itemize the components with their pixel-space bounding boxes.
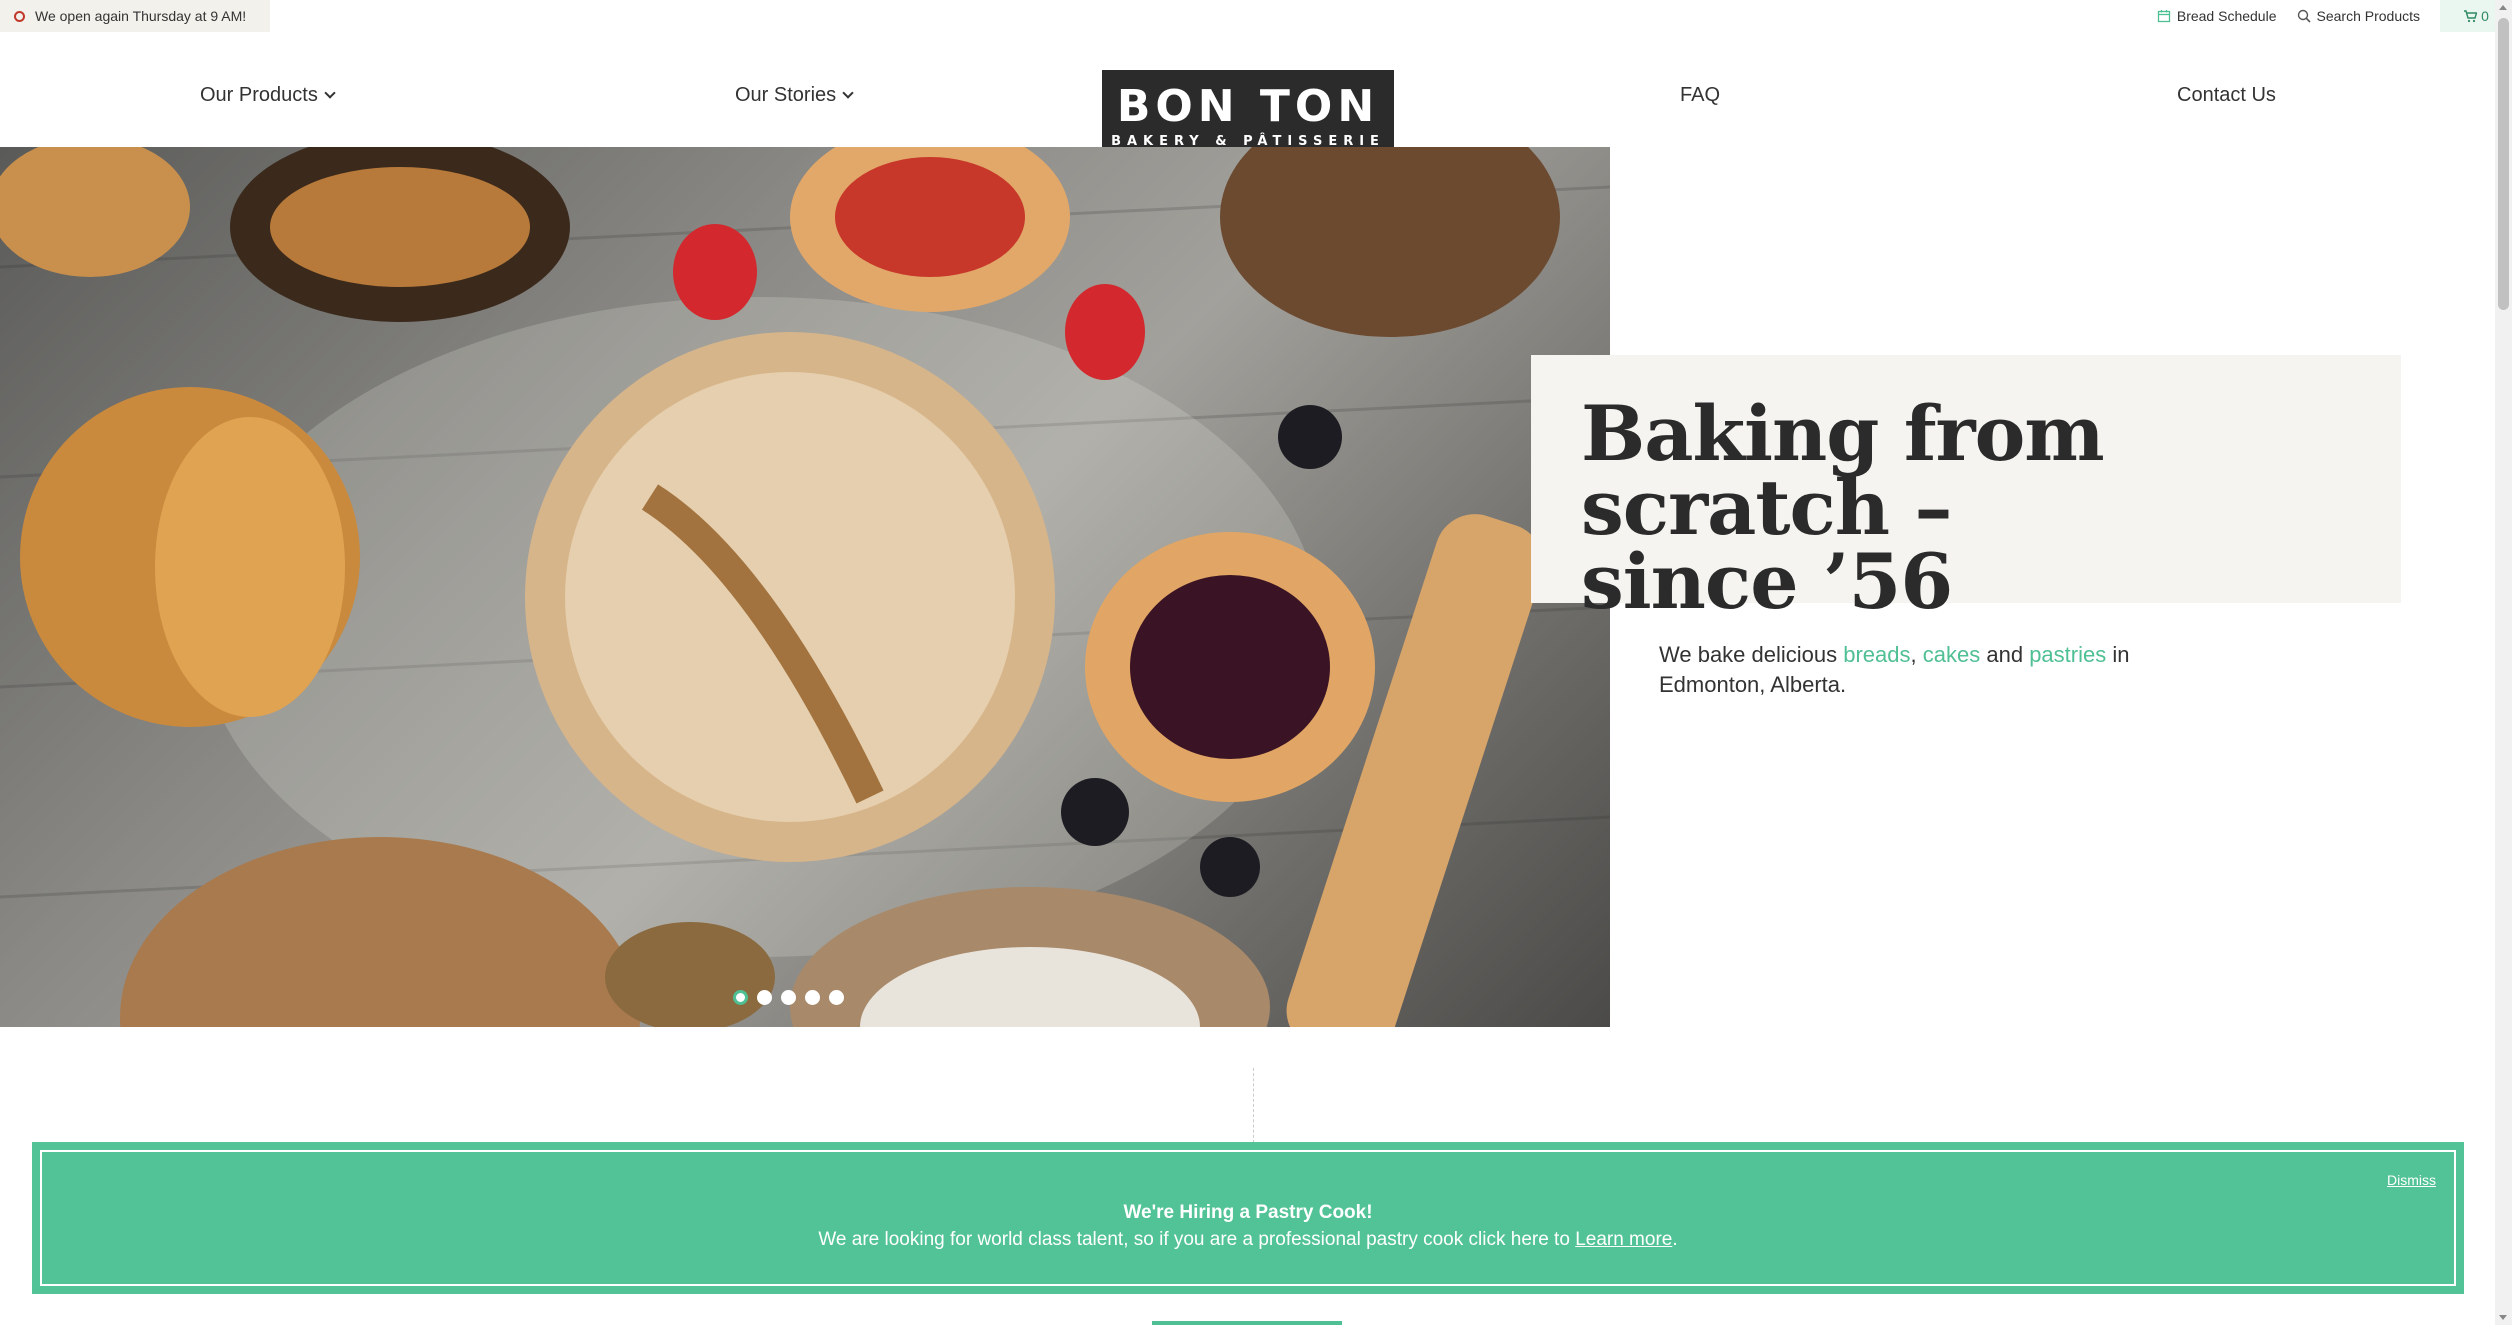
learn-more-link[interactable]: Learn more <box>1575 1229 1672 1250</box>
store-hours-text: We open again Thursday at 9 AM! <box>35 8 247 24</box>
bread-schedule-link[interactable]: Bread Schedule <box>2157 8 2277 24</box>
store-hours-notice: We open again Thursday at 9 AM! <box>0 0 270 32</box>
hiring-banner[interactable]: Dismiss We're Hiring a Pastry Cook! We a… <box>32 1142 2464 1294</box>
banner-body: We are looking for world class talent, s… <box>818 1229 1576 1250</box>
slider-dot-2[interactable] <box>757 990 772 1005</box>
scrollbar-thumb[interactable] <box>2498 18 2509 310</box>
closed-status-icon <box>14 10 25 22</box>
nav-our-products-label: Our Products <box>200 84 318 106</box>
banner-text: We are looking for world class talent, s… <box>42 1229 2454 1251</box>
main-nav: Our Products Our Stories BON TON BAKERY … <box>0 32 2495 194</box>
slider-dot-4[interactable] <box>805 990 820 1005</box>
hiring-banner-frame: Dismiss We're Hiring a Pastry Cook! We a… <box>40 1150 2456 1286</box>
nav-our-stories[interactable]: Our Stories <box>735 84 854 107</box>
banner-period: . <box>1672 1229 1678 1250</box>
scroll-up-icon[interactable] <box>2499 5 2507 10</box>
hero-heading-card: Baking from scratch – since ’56 <box>1531 355 2401 620</box>
chevron-down-icon <box>842 87 854 99</box>
nav-our-stories-label: Our Stories <box>735 84 837 106</box>
nav-faq[interactable]: FAQ <box>1680 84 1720 107</box>
nav-contact-us[interactable]: Contact Us <box>2177 84 2276 107</box>
slider-dot-3[interactable] <box>781 990 796 1005</box>
hero-title-line2: since ’56 <box>1581 537 1953 626</box>
hero-description: We bake delicious breads, cakes and past… <box>1659 640 2219 700</box>
hero-text-prefix: We bake delicious <box>1659 642 1844 667</box>
scroll-down-icon[interactable] <box>2499 1315 2507 1320</box>
cart-icon <box>2464 10 2478 23</box>
utility-links: Bread Schedule Search Products 0 <box>2157 0 2512 32</box>
slider-dot-5[interactable] <box>829 990 844 1005</box>
nav-our-products[interactable]: Our Products <box>200 84 336 107</box>
slider-dot-1[interactable] <box>733 990 748 1005</box>
hero-title: Baking from scratch – since ’56 <box>1581 396 2351 620</box>
cart-count: 0 <box>2481 8 2489 24</box>
cakes-link[interactable]: cakes <box>1923 642 1980 667</box>
search-products-link[interactable]: Search Products <box>2297 8 2421 24</box>
search-products-label: Search Products <box>2316 8 2421 24</box>
hero-image-slider[interactable] <box>0 147 1610 1027</box>
calendar-icon <box>2157 10 2171 23</box>
pastries-link[interactable]: pastries <box>2029 642 2106 667</box>
slider-dots <box>733 990 844 1005</box>
search-icon <box>2297 9 2311 23</box>
nav-faq-label: FAQ <box>1680 84 1721 106</box>
hero-sep-2: and <box>1980 642 2030 667</box>
section-tab-indicator <box>1152 1321 1342 1325</box>
hero-sep-1: , <box>1910 642 1923 667</box>
chevron-down-icon <box>324 87 336 99</box>
dismiss-link[interactable]: Dismiss <box>2387 1172 2436 1188</box>
nav-contact-us-label: Contact Us <box>2177 84 2276 106</box>
hero-title-line1: Baking from scratch – <box>1581 389 2105 552</box>
banner-title: We're Hiring a Pastry Cook! <box>1123 1202 1373 1223</box>
bakery-photo <box>0 147 1610 1027</box>
bread-schedule-label: Bread Schedule <box>2176 8 2277 24</box>
logo-main-text: BON TON <box>1116 81 1380 132</box>
section-divider <box>1253 1068 1254 1148</box>
breads-link[interactable]: breads <box>1843 642 1910 667</box>
page-scrollbar[interactable] <box>2495 0 2512 1325</box>
